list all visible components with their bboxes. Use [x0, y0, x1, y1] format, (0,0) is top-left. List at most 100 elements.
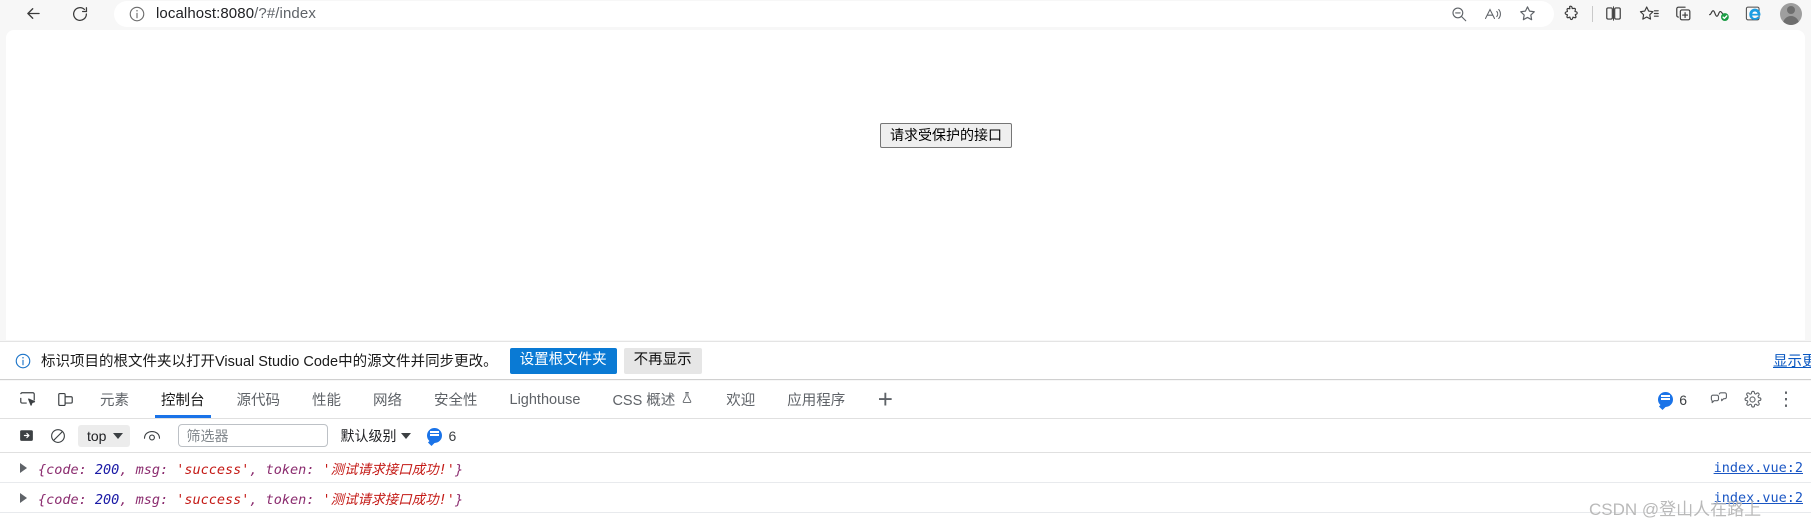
source-link[interactable]: index.vue:2 — [1714, 490, 1803, 506]
clear-console-icon[interactable] — [42, 423, 74, 449]
more-options-icon[interactable]: ⋮ — [1769, 386, 1803, 414]
log-level-selector[interactable]: 默认级别 — [340, 426, 412, 446]
tab-label: 应用程序 — [787, 393, 846, 409]
site-info-icon[interactable] — [128, 5, 146, 23]
devtools-panel: 元素 控制台 源代码 性能 网络 安全性 Lighthouse CSS 概述 欢… — [0, 381, 1811, 524]
profile-button[interactable] — [1771, 1, 1811, 27]
tab-console[interactable]: 控制台 — [145, 381, 221, 418]
address-bar[interactable]: localhost:8080/?#/index — [114, 0, 1554, 27]
tab-network[interactable]: 网络 — [357, 381, 418, 418]
tab-sources[interactable]: 源代码 — [221, 381, 297, 418]
tab-security[interactable]: 安全性 — [418, 381, 494, 418]
toolbar-divider — [1592, 5, 1593, 22]
log-key-token: token: — [265, 491, 323, 508]
tab-label: 网络 — [373, 393, 402, 409]
tab-css-overview[interactable]: CSS 概述 — [596, 381, 710, 418]
reload-icon — [71, 5, 89, 23]
console-sidebar-icon[interactable] — [10, 423, 42, 449]
log-value-msg: 'success' — [176, 491, 250, 508]
split-screen-icon[interactable] — [1596, 2, 1631, 26]
console-row[interactable]: {code: 200, msg: 'success', token: '测试请求… — [0, 453, 1811, 483]
request-protected-api-button[interactable]: 请求受保护的接口 — [880, 123, 1012, 148]
inspect-element-icon[interactable] — [8, 381, 46, 418]
avatar — [1780, 2, 1802, 25]
message-bubble-icon — [1658, 392, 1674, 407]
read-aloud-icon[interactable] — [1476, 2, 1510, 26]
browser-chrome: localhost:8080/?#/index — [0, 0, 1811, 27]
console-output: {code: 200, msg: 'success', token: '测试请求… — [0, 453, 1811, 513]
message-count-badge[interactable]: 6 — [1658, 392, 1687, 408]
experiment-flask-icon — [680, 390, 694, 409]
log-key-msg: msg: — [135, 491, 177, 508]
tab-welcome[interactable]: 欢迎 — [710, 381, 771, 418]
tab-label: 元素 — [100, 393, 129, 409]
log-value-token: '测试请求接口成功!' — [322, 491, 455, 508]
console-log-text: {code: 200, msg: 'success', token: '测试请求… — [38, 458, 463, 478]
browser-toolbar — [1554, 1, 1811, 27]
tab-performance[interactable]: 性能 — [296, 381, 357, 418]
tab-lighthouse[interactable]: Lighthouse — [494, 381, 597, 418]
log-sep: , — [119, 461, 136, 478]
live-expression-icon[interactable] — [136, 423, 168, 449]
console-message-count-badge[interactable]: 6 — [427, 428, 456, 444]
tab-label: 源代码 — [236, 393, 281, 409]
device-toolbar-icon[interactable] — [46, 381, 84, 418]
favorite-star-icon[interactable] — [1510, 2, 1544, 26]
add-tab-button[interactable]: + — [861, 381, 909, 418]
back-button[interactable] — [17, 2, 49, 26]
tab-label: 性能 — [312, 393, 341, 409]
extensions-puzzle-icon[interactable] — [1554, 2, 1589, 26]
log-sep: , — [249, 491, 266, 508]
source-link[interactable]: index.vue:2 — [1714, 460, 1803, 476]
dont-show-again-button[interactable]: 不再显示 — [623, 347, 702, 374]
chevron-down-icon — [113, 432, 124, 439]
back-arrow-icon — [24, 4, 43, 23]
log-sep: , — [249, 461, 266, 478]
log-sep: , — [119, 491, 136, 508]
expand-triangle-icon[interactable] — [20, 462, 27, 473]
log-key-code: code: — [46, 461, 95, 478]
log-open-brace: { — [38, 461, 47, 478]
add-to-collection-icon[interactable] — [1666, 2, 1701, 26]
tab-label: 欢迎 — [726, 393, 756, 409]
console-log-text: {code: 200, msg: 'success', token: '测试请求… — [38, 488, 463, 508]
level-label: 默认级别 — [340, 427, 397, 444]
message-count: 6 — [448, 427, 457, 444]
message-bubble-icon — [427, 428, 443, 443]
feedback-icon[interactable] — [1701, 386, 1735, 414]
log-value-token: '测试请求接口成功!' — [322, 461, 455, 478]
address-bar-actions — [1442, 2, 1554, 26]
context-label: top — [87, 427, 107, 444]
browser-essentials-icon[interactable] — [1701, 2, 1736, 26]
execution-context-selector[interactable]: top — [78, 424, 131, 447]
tab-label: 控制台 — [161, 393, 205, 409]
vscode-notification-bar: 标识项目的根文件夹以打开Visual Studio Code中的源文件并同步更改… — [0, 341, 1811, 380]
console-filter-input[interactable] — [178, 424, 329, 447]
tab-label: 安全性 — [434, 393, 478, 409]
log-value-code: 200 — [94, 461, 120, 478]
log-value-msg: 'success' — [176, 461, 250, 478]
reload-button[interactable] — [64, 2, 96, 26]
set-root-folder-button[interactable]: 设置根文件夹 — [509, 347, 617, 374]
url-host: localhost:8080 — [156, 5, 255, 22]
log-key-msg: msg: — [135, 461, 177, 478]
internet-explorer-mode-icon[interactable] — [1736, 2, 1771, 26]
tab-label: Lighthouse — [509, 391, 581, 408]
page-viewport: 请求受保护的接口 — [6, 30, 1805, 340]
gear-icon[interactable] — [1735, 386, 1769, 414]
tab-application[interactable]: 应用程序 — [771, 381, 861, 418]
log-key-code: code: — [46, 491, 95, 508]
tab-label: CSS 概述 — [612, 393, 676, 409]
log-close-brace: } — [454, 461, 464, 478]
show-more-link[interactable]: 显示更多 — [1773, 350, 1811, 371]
console-row[interactable]: {code: 200, msg: 'success', token: '测试请求… — [0, 483, 1811, 513]
devtools-tabbar-actions: 6 ⋮ — [1658, 381, 1811, 418]
tab-elements[interactable]: 元素 — [84, 381, 145, 418]
zoom-out-icon[interactable] — [1442, 2, 1476, 26]
url-text: localhost:8080/?#/index — [156, 5, 316, 22]
log-close-brace: } — [454, 491, 464, 508]
log-open-brace: { — [38, 491, 47, 508]
expand-triangle-icon[interactable] — [20, 492, 27, 503]
devtools-tabbar: 元素 控制台 源代码 性能 网络 安全性 Lighthouse CSS 概述 欢… — [0, 381, 1811, 419]
collections-star-icon[interactable] — [1631, 2, 1666, 26]
